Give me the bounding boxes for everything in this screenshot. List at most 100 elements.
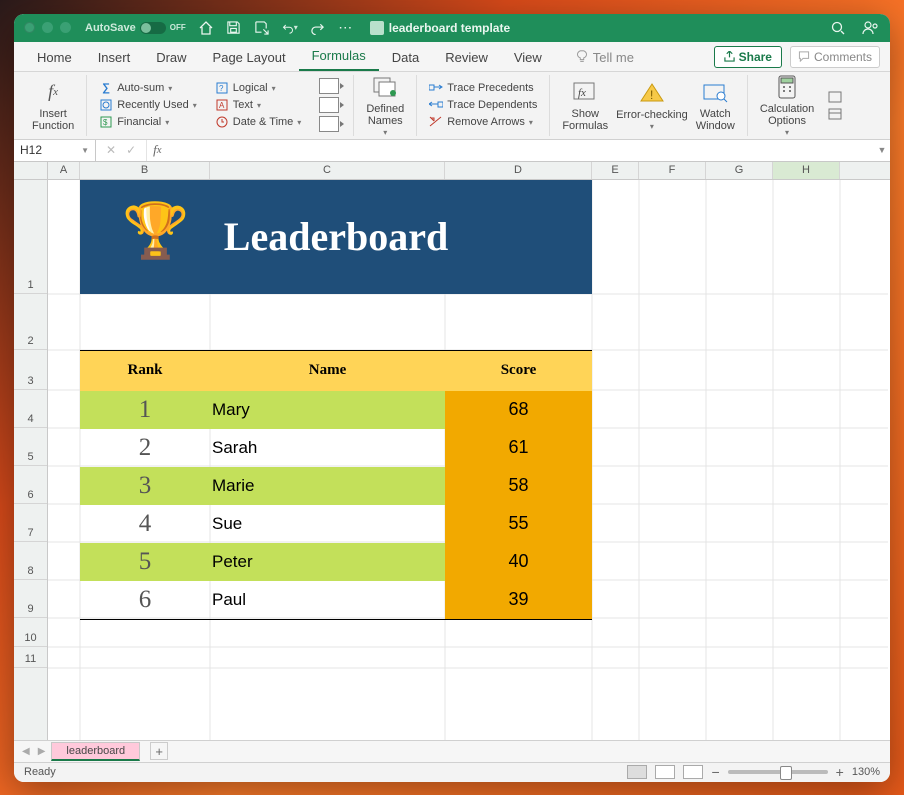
autosave-toggle[interactable]: AutoSave OFF xyxy=(85,22,186,34)
cell-score[interactable]: 39 xyxy=(445,581,592,619)
calculation-options-button[interactable]: Calculation Options ▾ xyxy=(756,71,818,140)
calc-now-button[interactable] xyxy=(824,89,846,105)
cell-name[interactable]: Sarah xyxy=(210,429,445,467)
undo-icon[interactable]: ▾ xyxy=(282,20,298,36)
view-page-break-button[interactable] xyxy=(683,765,703,779)
col-C[interactable]: C xyxy=(210,162,445,179)
row-1[interactable]: 1 xyxy=(14,180,47,294)
zoom-out-button[interactable]: − xyxy=(711,764,719,780)
cell-score[interactable]: 40 xyxy=(445,543,592,581)
cells-area[interactable]: 🏆 Leaderboard Rank Name Score 1 Mary 68 xyxy=(48,180,890,740)
row-9[interactable]: 9 xyxy=(14,580,47,618)
sheet-nav-next[interactable]: ▶ xyxy=(36,746,48,757)
sheet-tab-leaderboard[interactable]: leaderboard xyxy=(51,742,140,761)
col-G[interactable]: G xyxy=(706,162,773,179)
formula-input[interactable] xyxy=(168,140,874,161)
cancel-icon[interactable]: ✕ xyxy=(106,143,116,157)
table-row[interactable]: 4 Sue 55 xyxy=(80,505,592,543)
cell-rank[interactable]: 4 xyxy=(80,505,210,543)
zoom-slider[interactable] xyxy=(728,770,828,774)
lookup-button[interactable] xyxy=(315,77,345,95)
select-all-corner[interactable] xyxy=(14,162,48,179)
calc-sheet-button[interactable] xyxy=(824,106,846,122)
cell-score[interactable]: 68 xyxy=(445,391,592,429)
add-sheet-button[interactable]: + xyxy=(150,742,168,760)
more-icon[interactable]: ⋯ xyxy=(338,20,354,36)
cell-score[interactable]: 55 xyxy=(445,505,592,543)
table-row[interactable]: 1 Mary 68 xyxy=(80,391,592,429)
insert-function-button[interactable]: fx Insert Function xyxy=(28,76,78,134)
table-row[interactable]: 2 Sarah 61 xyxy=(80,429,592,467)
remove-arrows-button[interactable]: Remove Arrows▾ xyxy=(425,114,541,130)
maximize-dot[interactable] xyxy=(60,22,71,33)
cell-rank[interactable]: 3 xyxy=(80,467,210,505)
col-D[interactable]: D xyxy=(445,162,592,179)
cell-name[interactable]: Peter xyxy=(210,543,445,581)
cell-name[interactable]: Paul xyxy=(210,581,445,619)
col-H[interactable]: H xyxy=(773,162,840,179)
financial-button[interactable]: $Financial▾ xyxy=(95,114,201,130)
text-button[interactable]: AText▾ xyxy=(211,97,306,113)
view-normal-button[interactable] xyxy=(627,765,647,779)
cell-rank[interactable]: 6 xyxy=(80,581,210,619)
date-time-button[interactable]: Date & Time▾ xyxy=(211,114,306,130)
col-A[interactable]: A xyxy=(48,162,80,179)
user-icon[interactable] xyxy=(862,20,880,36)
trace-precedents-button[interactable]: Trace Precedents xyxy=(425,80,541,96)
autosave-switch[interactable] xyxy=(140,22,166,34)
table-row[interactable]: 5 Peter 40 xyxy=(80,543,592,581)
defined-names-button[interactable]: Defined Names ▾ xyxy=(362,71,408,140)
share-button[interactable]: Share xyxy=(714,46,782,68)
row-8[interactable]: 8 xyxy=(14,542,47,580)
col-B[interactable]: B xyxy=(80,162,210,179)
tab-data[interactable]: Data xyxy=(379,44,432,71)
row-11[interactable]: 11 xyxy=(14,647,47,668)
row-7[interactable]: 7 xyxy=(14,504,47,542)
redo-icon[interactable] xyxy=(310,20,326,36)
row-5[interactable]: 5 xyxy=(14,428,47,466)
more-fn-button[interactable] xyxy=(315,115,345,133)
watch-window-button[interactable]: Watch Window xyxy=(692,76,739,134)
tab-formulas[interactable]: Formulas xyxy=(299,42,379,71)
trace-dependents-button[interactable]: Trace Dependents xyxy=(425,97,541,113)
fx-label[interactable]: fx xyxy=(147,140,167,161)
cell-name[interactable]: Marie xyxy=(210,467,445,505)
row-3[interactable]: 3 xyxy=(14,350,47,390)
search-icon[interactable] xyxy=(830,20,846,36)
header-score[interactable]: Score xyxy=(445,351,592,391)
formula-expand-icon[interactable]: ▼ xyxy=(874,140,890,161)
show-formulas-button[interactable]: fx Show Formulas xyxy=(558,76,612,134)
row-10[interactable]: 10 xyxy=(14,618,47,647)
close-dot[interactable] xyxy=(24,22,35,33)
window-controls[interactable] xyxy=(24,22,71,33)
col-F[interactable]: F xyxy=(639,162,706,179)
cell-rank[interactable]: 1 xyxy=(80,391,210,429)
table-row[interactable]: 6 Paul 39 xyxy=(80,581,592,619)
logical-button[interactable]: ?Logical▾ xyxy=(211,80,306,96)
cell-score[interactable]: 58 xyxy=(445,467,592,505)
save-icon[interactable] xyxy=(226,20,242,36)
header-rank[interactable]: Rank xyxy=(80,351,210,391)
header-name[interactable]: Name xyxy=(210,351,445,391)
tab-review[interactable]: Review xyxy=(432,44,501,71)
cell-rank[interactable]: 5 xyxy=(80,543,210,581)
sheet-nav-prev[interactable]: ◀ xyxy=(20,746,32,757)
tab-draw[interactable]: Draw xyxy=(143,44,199,71)
math-button[interactable] xyxy=(315,96,345,114)
table-row[interactable]: 3 Marie 58 xyxy=(80,467,592,505)
zoom-in-button[interactable]: + xyxy=(836,764,844,780)
save-as-icon[interactable] xyxy=(254,20,270,36)
view-page-layout-button[interactable] xyxy=(655,765,675,779)
tell-me-search[interactable]: Tell me xyxy=(567,44,642,71)
name-box[interactable]: H12 ▼ xyxy=(14,140,96,161)
zoom-level[interactable]: 130% xyxy=(852,766,880,778)
recently-used-button[interactable]: Recently Used▾ xyxy=(95,97,201,113)
comments-button[interactable]: Comments xyxy=(790,46,880,68)
name-box-dropdown-icon[interactable]: ▼ xyxy=(81,146,89,155)
tab-view[interactable]: View xyxy=(501,44,555,71)
tab-page-layout[interactable]: Page Layout xyxy=(200,44,299,71)
row-6[interactable]: 6 xyxy=(14,466,47,504)
tab-home[interactable]: Home xyxy=(24,44,85,71)
row-4[interactable]: 4 xyxy=(14,390,47,428)
cell-score[interactable]: 61 xyxy=(445,429,592,467)
